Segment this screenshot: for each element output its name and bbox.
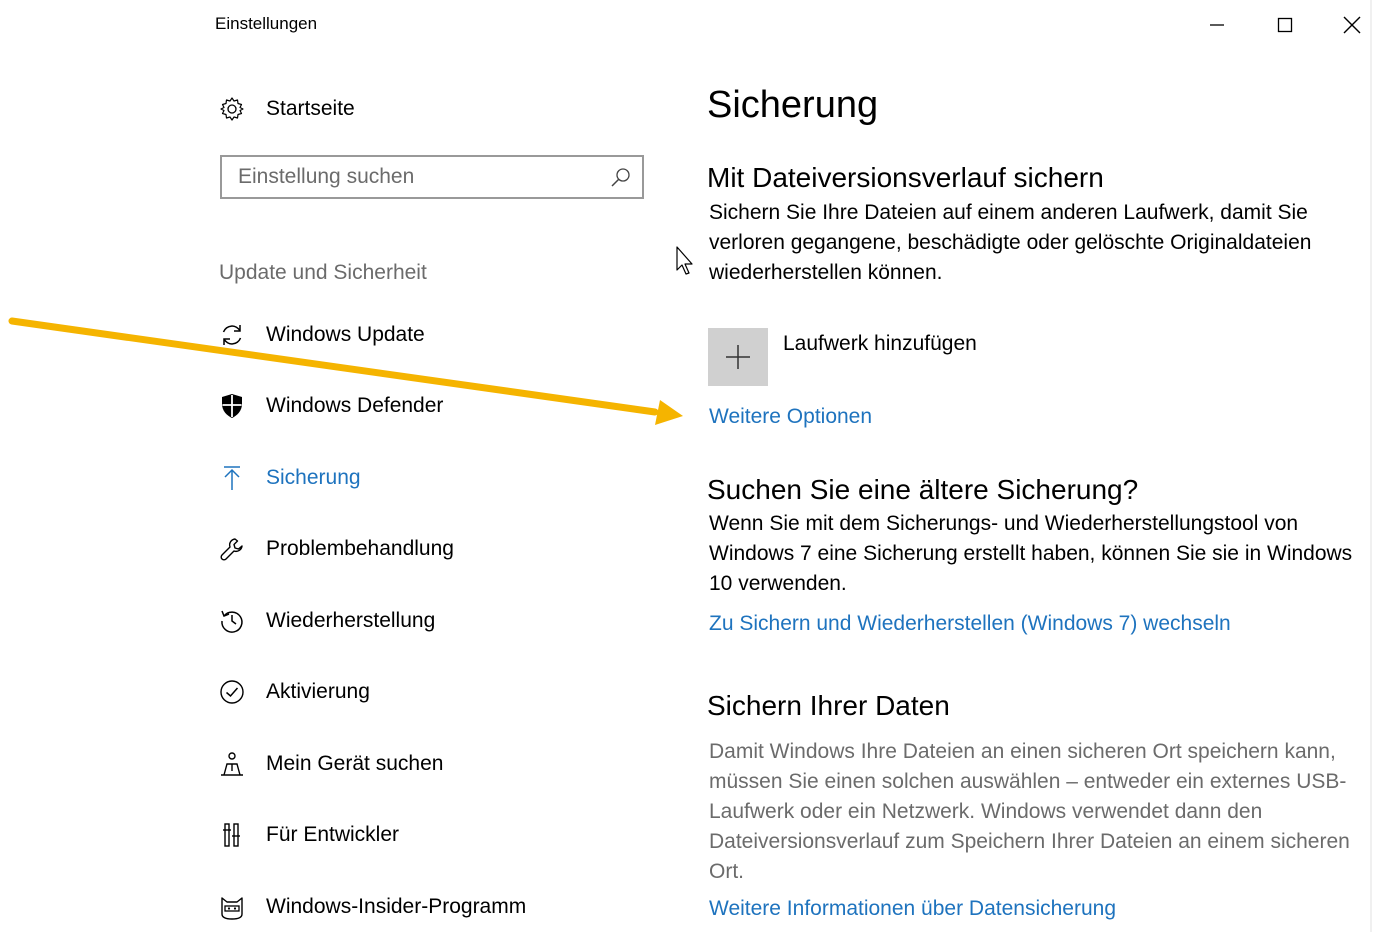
older-backup-description: Wenn Sie mit dem Sicherungs- und Wiederh…: [709, 512, 1353, 595]
file-history-heading: Mit Dateiversionsverlauf sichern: [707, 162, 1104, 193]
check-circle-icon: [218, 678, 246, 706]
insider-ninja-cat-icon: [218, 893, 246, 921]
maximize-icon: [1277, 17, 1293, 33]
backup-data-heading: Sichern Ihrer Daten: [707, 690, 950, 721]
developer-tools-icon: [218, 821, 246, 849]
sidebar-item-aktivierung[interactable]: Aktivierung: [218, 674, 370, 710]
minimize-icon: [1210, 24, 1224, 26]
upload-arrow-icon: [218, 464, 246, 492]
sidebar-item-label: Windows Update: [266, 323, 425, 346]
sidebar-item-windows-update[interactable]: Windows Update: [218, 317, 425, 353]
settings-search-box[interactable]: [220, 155, 644, 199]
sidebar-item-sicherung[interactable]: Sicherung: [218, 460, 361, 496]
add-drive-button[interactable]: Laufwerk hinzufügen: [708, 328, 977, 386]
sidebar-item-windows-defender[interactable]: Windows Defender: [218, 388, 443, 424]
sidebar-item-label: Wiederherstellung: [266, 609, 436, 632]
more-options-link[interactable]: Weitere Optionen: [709, 405, 872, 429]
maximize-button[interactable]: [1262, 8, 1308, 42]
sidebar-item-label: Für Entwickler: [266, 823, 400, 846]
sidebar-item-mein-geraet-suchen[interactable]: Mein Gerät suchen: [218, 746, 443, 782]
mouse-cursor-icon: [676, 246, 693, 275]
backup-data-description: Damit Windows Ihre Dateien an einen sich…: [709, 740, 1350, 883]
sidebar-item-problembehandlung[interactable]: Problembehandlung: [218, 531, 454, 567]
sidebar-item-wiederherstellung[interactable]: Wiederherstellung: [218, 603, 435, 639]
close-button[interactable]: [1329, 8, 1374, 42]
close-icon: [1343, 16, 1361, 34]
gear-icon: [218, 95, 246, 123]
sidebar-item-label: Problembehandlung: [266, 537, 454, 560]
add-drive-label: Laufwerk hinzufügen: [783, 332, 977, 355]
file-history-description: Sichern Sie Ihre Dateien auf einem ander…: [709, 201, 1312, 284]
page-title: Sicherung: [707, 84, 879, 126]
minimize-button[interactable]: [1194, 8, 1240, 42]
history-icon: [218, 607, 246, 635]
sidebar-item-label: Aktivierung: [266, 680, 370, 703]
sidebar-home[interactable]: Startseite: [218, 93, 355, 125]
sidebar-item-label: Windows Defender: [266, 394, 444, 417]
windows7-backup-link[interactable]: Zu Sichern und Wiederherstellen (Windows…: [709, 612, 1231, 636]
annotation-arrow-head: [655, 400, 683, 425]
sidebar-section-title: Update und Sicherheit: [219, 261, 427, 284]
window-title: Einstellungen: [215, 14, 318, 33]
refresh-icon: [218, 321, 246, 349]
sidebar-item-label: Mein Gerät suchen: [266, 752, 444, 775]
search-input[interactable]: [222, 164, 600, 190]
sidebar-home-label: Startseite: [266, 97, 355, 120]
person-locate-icon: [218, 750, 246, 778]
sidebar-item-label: Windows-Insider-Programm: [266, 895, 527, 918]
sidebar-item-fuer-entwickler[interactable]: Für Entwickler: [218, 817, 399, 853]
wrench-icon: [218, 535, 246, 563]
sidebar-item-label: Sicherung: [266, 466, 361, 489]
backup-info-link[interactable]: Weitere Informationen über Datensicherun…: [709, 897, 1116, 921]
search-icon[interactable]: [610, 167, 632, 194]
add-drive-tile[interactable]: [708, 328, 768, 386]
plus-icon: [726, 345, 750, 369]
older-backup-heading: Suchen Sie eine ältere Sicherung?: [707, 474, 1139, 505]
shield-icon: [218, 392, 246, 420]
sidebar-item-windows-insider[interactable]: Windows-Insider-Programm: [218, 889, 526, 925]
window-edge: [1370, 0, 1372, 932]
